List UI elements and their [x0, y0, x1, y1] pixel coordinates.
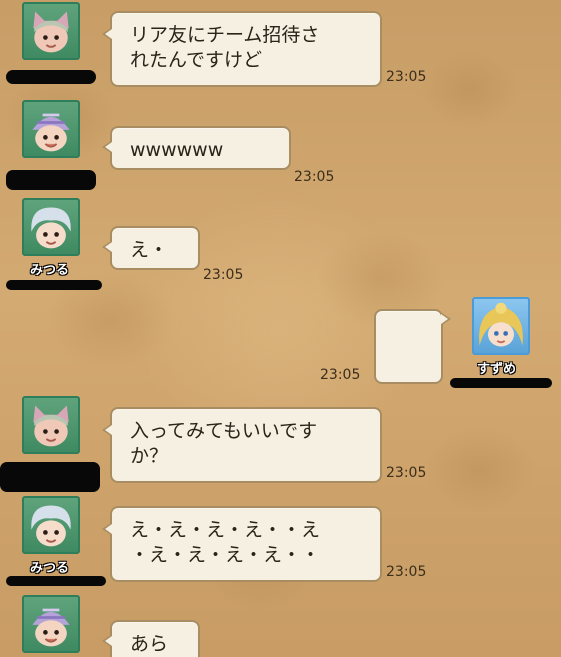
sender-name: みつる [30, 561, 70, 576]
message-bubble: 入ってみてもいいです か？ [110, 407, 382, 483]
redacted-name [450, 378, 552, 388]
message-time: 23:05 [386, 564, 427, 580]
message-bubble: え・ [110, 226, 200, 270]
bubble-tail [102, 424, 112, 436]
message-bubble: あら [110, 620, 200, 657]
redacted-name [6, 170, 96, 190]
message-time: 23:05 [320, 367, 361, 383]
sender-name: みつる [30, 263, 70, 278]
striped-cap-character-icon[interactable] [22, 100, 80, 158]
bubble-tail [102, 241, 112, 253]
sender-name: すずめ [477, 362, 517, 377]
message-time: 23:05 [386, 69, 427, 85]
redacted-name [6, 576, 106, 586]
bubble-tail [102, 28, 112, 40]
message-bubble: え・え・え・え・・え ・え・え・え・え・・ [110, 506, 382, 582]
message-time: 23:05 [386, 465, 427, 481]
bubble-tail [441, 313, 451, 325]
message-bubble: リア友にチーム招待さ れたんですけど [110, 11, 382, 87]
silver-hair-character-icon[interactable] [22, 496, 80, 554]
bubble-tail [102, 635, 112, 647]
bubble-tail [102, 141, 112, 153]
bubble-tail [102, 523, 112, 535]
message-bubble [374, 309, 443, 384]
cat-hat-character-icon[interactable] [22, 396, 80, 454]
message-time: 23:05 [294, 169, 335, 185]
cat-hat-character-icon[interactable] [22, 2, 80, 60]
silver-hair-character-icon[interactable] [22, 198, 80, 256]
message-bubble: wwwwww [110, 126, 291, 170]
blonde-character-icon[interactable] [472, 297, 530, 355]
striped-cap-character-icon[interactable] [22, 595, 80, 653]
redacted-name [6, 70, 96, 84]
redacted-name [0, 462, 100, 492]
message-time: 23:05 [203, 267, 244, 283]
redacted-name [6, 280, 102, 290]
